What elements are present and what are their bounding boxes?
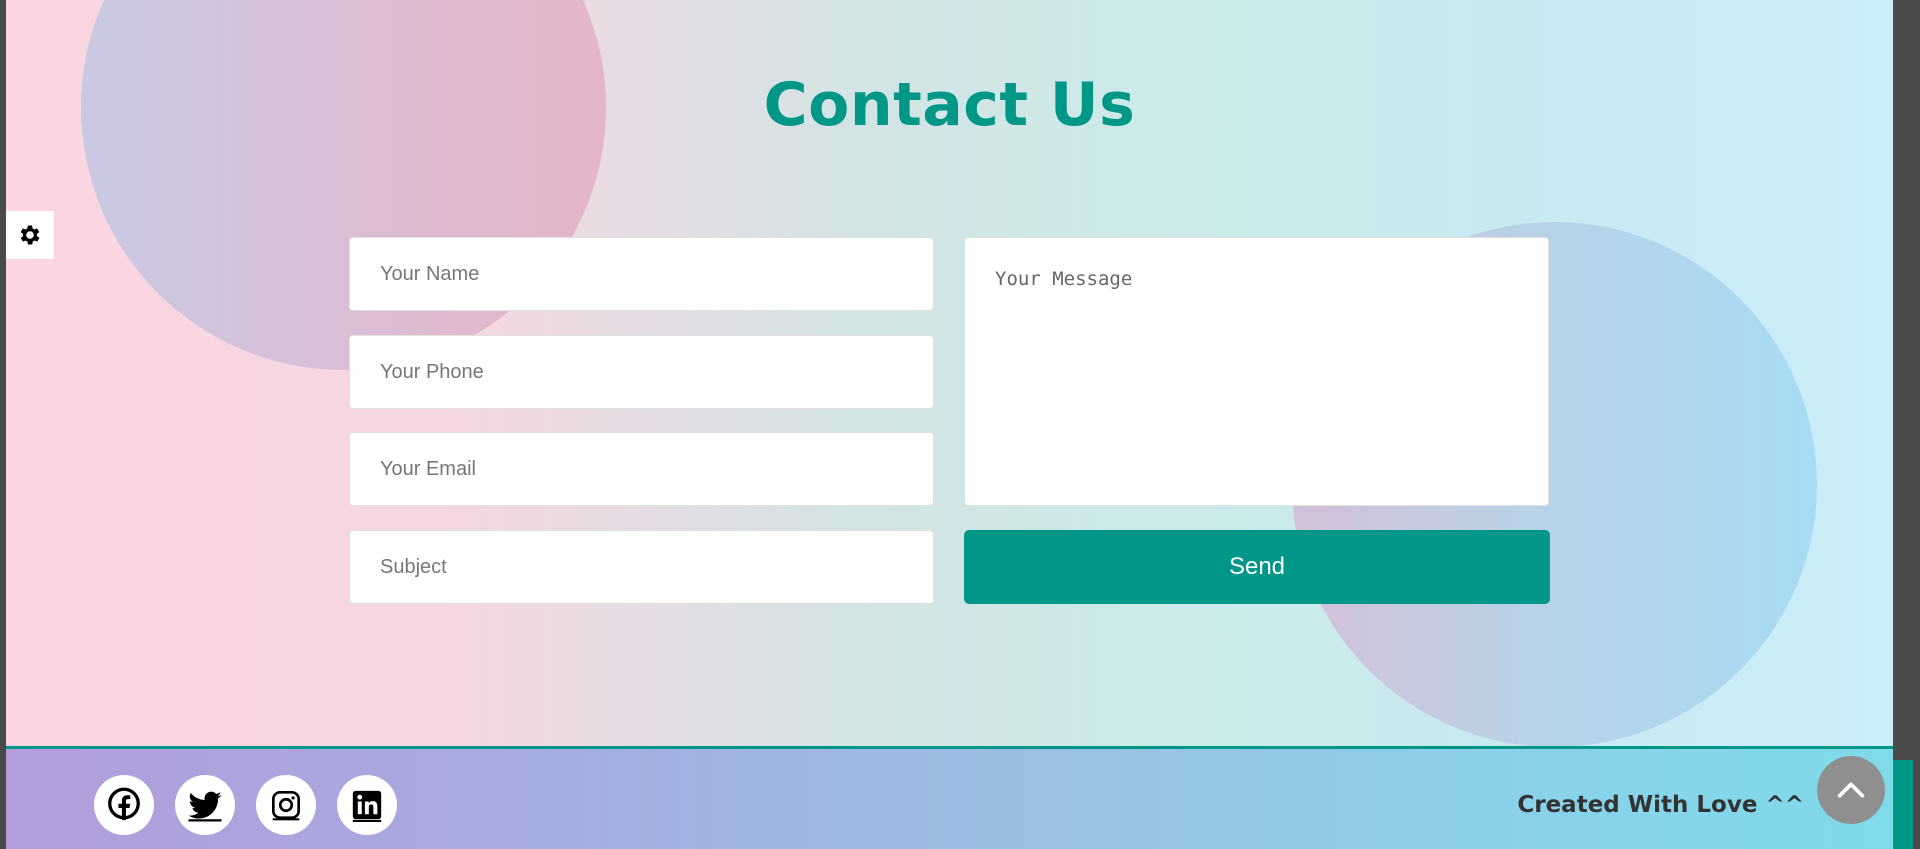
contact-section: Contact Us Send (6, 0, 1893, 746)
settings-toggle[interactable] (6, 211, 54, 259)
email-input[interactable] (349, 432, 934, 506)
scroll-to-top-button[interactable] (1817, 756, 1885, 824)
page-title: Contact Us (763, 70, 1136, 140)
linkedin-link[interactable] (337, 775, 397, 835)
facebook-icon (108, 787, 140, 820)
footer-credit: Created With Love ^^ (1517, 792, 1804, 818)
page: Contact Us Send (6, 0, 1893, 849)
name-input[interactable] (349, 237, 934, 311)
twitter-icon (188, 791, 222, 822)
instagram-link[interactable] (256, 775, 316, 835)
linkedin-icon (352, 790, 382, 822)
send-button[interactable]: Send (964, 530, 1550, 604)
instagram-icon (272, 791, 300, 821)
gear-icon (20, 225, 40, 245)
message-textarea[interactable] (964, 237, 1549, 506)
chevron-up-icon (1837, 782, 1865, 798)
twitter-link[interactable] (175, 775, 235, 835)
decorative-circle-left (81, 0, 606, 370)
phone-input[interactable] (349, 335, 934, 409)
footer: Created With Love ^^ (6, 746, 1893, 849)
subject-input[interactable] (349, 530, 934, 604)
scrollbar-track[interactable] (1893, 0, 1920, 849)
facebook-link[interactable] (94, 775, 154, 835)
scrollbar-thumb[interactable] (1893, 760, 1913, 849)
